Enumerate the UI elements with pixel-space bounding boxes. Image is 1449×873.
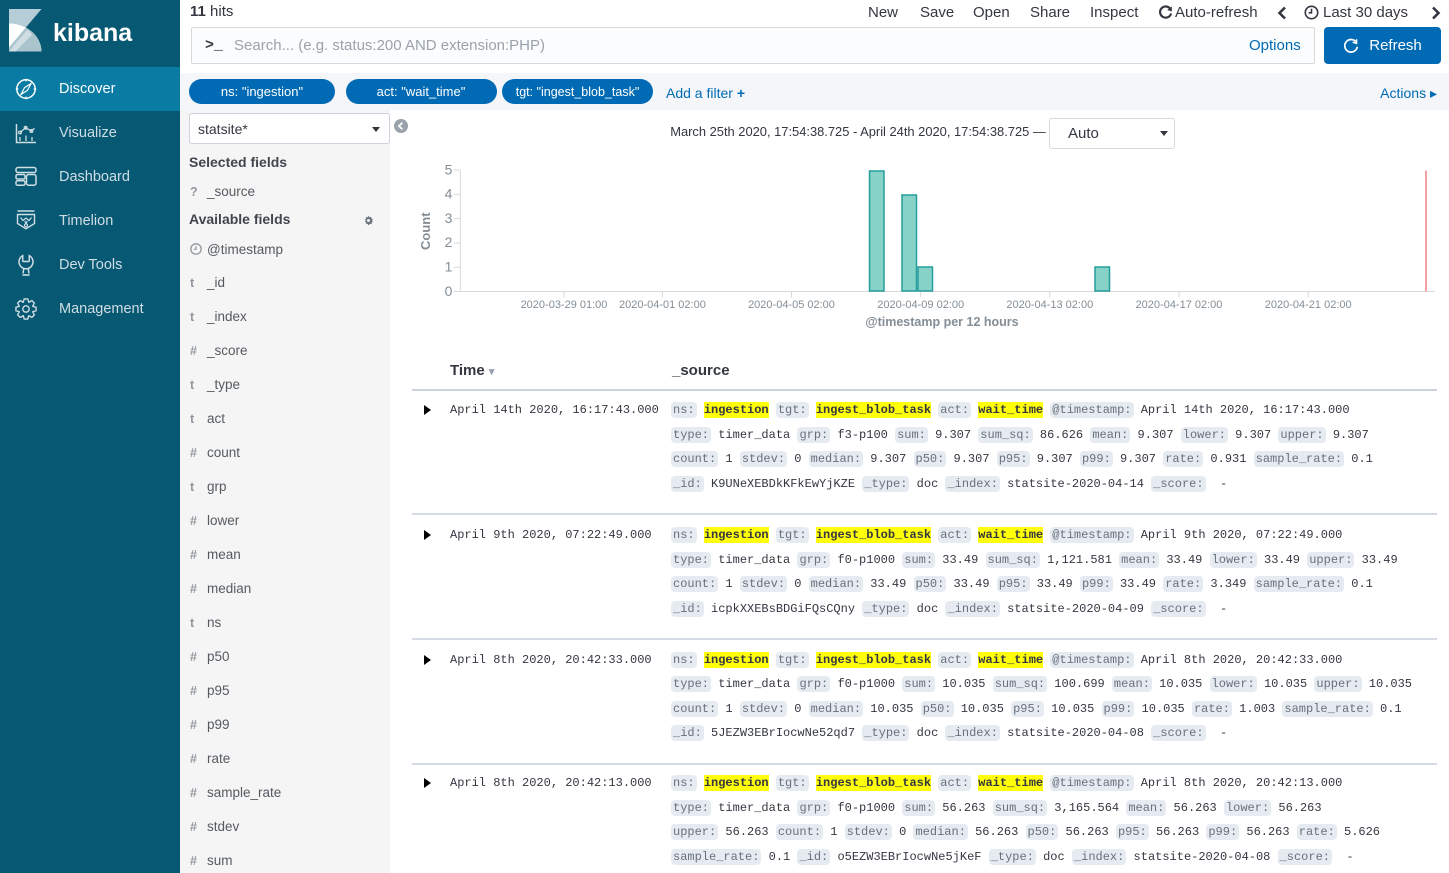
svg-text:1: 1 <box>445 259 453 275</box>
svg-text:2020-04-09 02:00: 2020-04-09 02:00 <box>877 299 964 311</box>
svg-text:0: 0 <box>445 283 453 299</box>
svg-text:2020-04-13 02:00: 2020-04-13 02:00 <box>1006 299 1093 311</box>
svg-text:@timestamp per 12 hours: @timestamp per 12 hours <box>865 315 1018 329</box>
svg-text:2020-04-17 02:00: 2020-04-17 02:00 <box>1136 299 1223 311</box>
svg-text:2020-04-21 02:00: 2020-04-21 02:00 <box>1265 299 1352 311</box>
svg-text:kibana: kibana <box>53 19 133 47</box>
svg-text:4: 4 <box>445 186 453 202</box>
svg-text:2020-03-29 01:00: 2020-03-29 01:00 <box>521 299 608 311</box>
svg-text:3: 3 <box>445 210 453 226</box>
svg-text:2020-04-05 02:00: 2020-04-05 02:00 <box>748 299 835 311</box>
svg-text:2: 2 <box>445 234 453 250</box>
svg-text:2020-04-01 02:00: 2020-04-01 02:00 <box>619 299 706 311</box>
svg-text:Count: Count <box>418 212 433 250</box>
svg-text:5: 5 <box>445 161 453 177</box>
